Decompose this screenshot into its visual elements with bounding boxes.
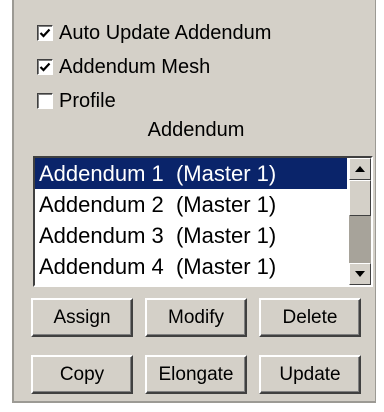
addendum-mesh-checkbox[interactable] (37, 59, 53, 75)
check-mark-icon (39, 62, 51, 72)
auto-update-addendum-checkbox-row[interactable]: Auto Update Addendum (37, 18, 271, 48)
addendum-mesh-checkbox-row[interactable]: Addendum Mesh (37, 52, 210, 82)
scroll-up-button[interactable] (349, 158, 371, 180)
list-item[interactable]: Addendum 4 (Master 1) (35, 251, 347, 282)
scroll-thumb[interactable] (349, 180, 371, 216)
auto-update-addendum-checkbox[interactable] (37, 25, 53, 41)
auto-update-addendum-label: Auto Update Addendum (59, 21, 272, 44)
addendum-panel: Auto Update Addendum Addendum Mesh Profi… (12, 0, 376, 403)
scroll-track[interactable] (349, 216, 371, 263)
modify-button[interactable]: Modify (145, 298, 247, 337)
assign-button[interactable]: Assign (31, 298, 133, 337)
addendum-list: Addendum 1 (Master 1) Addendum 2 (Master… (35, 158, 347, 282)
check-mark-icon (39, 28, 51, 38)
triangle-down-icon (355, 271, 365, 277)
copy-button[interactable]: Copy (31, 355, 133, 394)
triangle-up-icon (355, 166, 365, 172)
addendum-mesh-label: Addendum Mesh (59, 55, 211, 78)
addendum-listbox[interactable]: Addendum 1 (Master 1) Addendum 2 (Master… (33, 156, 373, 287)
elongate-button[interactable]: Elongate (145, 355, 247, 394)
addendum-section-title: Addendum (147, 119, 245, 141)
profile-label: Profile (59, 89, 116, 112)
list-scrollbar[interactable] (349, 158, 371, 285)
update-button[interactable]: Update (259, 355, 361, 394)
list-item[interactable]: Addendum 2 (Master 1) (35, 189, 347, 220)
delete-button[interactable]: Delete (259, 298, 361, 337)
scroll-down-button[interactable] (349, 263, 371, 285)
list-item[interactable]: Addendum 3 (Master 1) (35, 220, 347, 251)
profile-checkbox-row[interactable]: Profile (37, 86, 116, 116)
list-item[interactable]: Addendum 1 (Master 1) (35, 158, 347, 189)
profile-checkbox[interactable] (37, 93, 53, 109)
